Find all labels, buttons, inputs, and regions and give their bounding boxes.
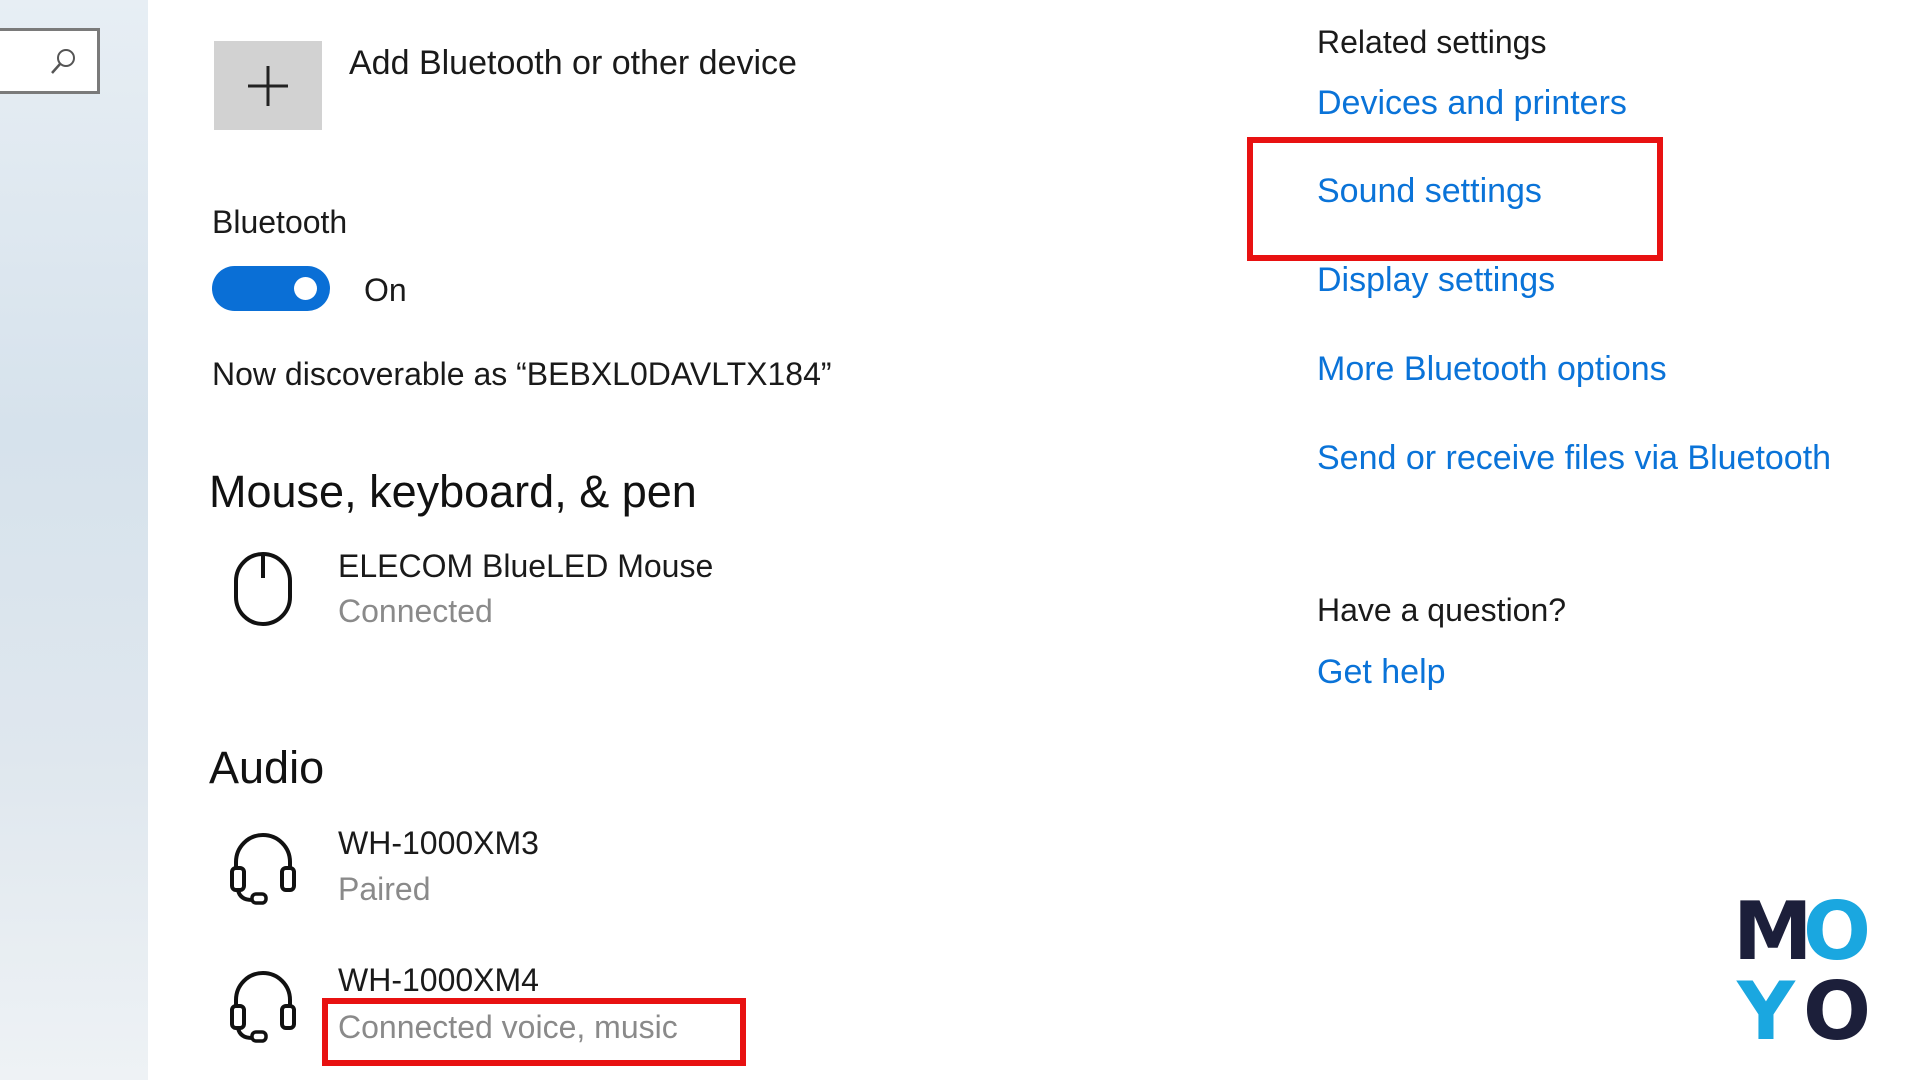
device-status-wh1000xm3: Paired	[338, 871, 431, 907]
device-name-wh1000xm4[interactable]: WH-1000XM4	[338, 962, 539, 999]
mouse-icon	[234, 552, 292, 626]
add-device-label[interactable]: Add Bluetooth or other device	[349, 44, 797, 83]
logo-letter-o-top: O	[1803, 885, 1872, 978]
link-devices-and-printers[interactable]: Devices and printers	[1317, 84, 1627, 123]
headset-icon	[230, 971, 296, 1043]
link-display-settings[interactable]: Display settings	[1317, 261, 1555, 300]
help-question: Have a question?	[1317, 592, 1567, 628]
logo-letter-m: M	[1733, 885, 1813, 978]
device-status-mouse: Connected	[338, 593, 493, 629]
headset-icon	[230, 833, 296, 905]
bluetooth-toggle[interactable]	[212, 266, 330, 311]
search-icon	[51, 49, 75, 74]
device-name-mouse[interactable]: ELECOM BlueLED Mouse	[338, 548, 713, 585]
toggle-knob	[294, 277, 317, 300]
related-settings-title: Related settings	[1317, 24, 1547, 60]
moyo-logo: M O Y O	[1725, 880, 1871, 1052]
search-input[interactable]	[0, 28, 100, 94]
bluetooth-state: On	[364, 272, 407, 308]
add-device-button[interactable]	[214, 41, 322, 130]
discoverable-text: Now discoverable as “BEBXL0DAVLTX184”	[212, 356, 832, 392]
get-help-link[interactable]: Get help	[1317, 653, 1446, 692]
link-send-receive-files[interactable]: Send or receive files via Bluetooth	[1317, 439, 1831, 478]
section-title-mouse: Mouse, keyboard, & pen	[209, 466, 697, 517]
logo-letter-y: Y	[1737, 965, 1795, 1058]
highlight-box-sound-settings	[1247, 137, 1663, 261]
section-title-audio: Audio	[209, 742, 325, 793]
link-more-bluetooth-options[interactable]: More Bluetooth options	[1317, 350, 1667, 389]
device-name-wh1000xm3[interactable]: WH-1000XM3	[338, 825, 539, 862]
plus-icon	[248, 65, 288, 106]
logo-letter-o-bottom: O	[1803, 965, 1872, 1058]
bluetooth-label: Bluetooth	[212, 204, 348, 240]
highlight-box-status	[322, 998, 746, 1066]
sidebar	[0, 0, 148, 1080]
